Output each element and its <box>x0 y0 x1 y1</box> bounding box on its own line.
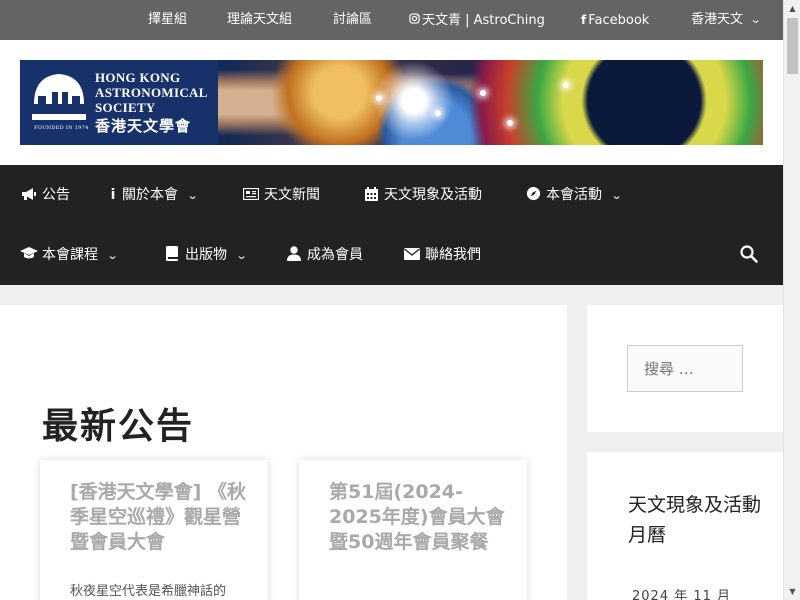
nav-item-contact-us[interactable]: 聯絡我們 <box>403 225 481 285</box>
post-card-title[interactable]: 第51屆(2024-2025年度)會員大會暨50週年會員聚餐 <box>329 480 509 555</box>
nav-item-about[interactable]: i 關於本會 ⌄ <box>108 165 199 225</box>
newspaper-icon <box>242 165 260 225</box>
nav-item-society-activities[interactable]: 本會活動 ⌄ <box>524 165 623 225</box>
topbar-link-facebook[interactable]: f Facebook <box>581 0 649 40</box>
main-content: 最新公告 [香港天文學會] 《秋季星空巡禮》觀星營暨會員大會 秋夜星空代表是希臘… <box>0 305 567 600</box>
post-card-excerpt: 秋夜星空代表是希臘神話的 <box>70 584 227 599</box>
nav-item-label: 關於本會 <box>122 187 178 203</box>
book-icon <box>163 225 181 285</box>
graduation-cap-icon <box>20 225 38 285</box>
megaphone-icon <box>20 165 38 225</box>
nav-item-become-member[interactable]: 成為會員 <box>285 225 363 285</box>
nav-item-phenomena-events[interactable]: 天文現象及活動 <box>362 165 482 225</box>
top-bar: 擇星組 理論天文組 討論區 天文青 | AstroChing f Facebook… <box>0 0 783 40</box>
nav-item-label: 天文現象及活動 <box>384 187 482 203</box>
calendar-month: 2024 年 11 月 <box>632 589 732 600</box>
info-icon: i <box>110 187 116 203</box>
star-sparkle <box>507 120 513 126</box>
sidebar-search-widget <box>587 305 783 432</box>
chevron-down-icon: ⌄ <box>610 189 623 202</box>
chevron-down-icon: ⌄ <box>106 249 119 262</box>
topbar-link-instagram[interactable]: 天文青 | AstroChing <box>409 0 545 40</box>
star-sparkle <box>480 90 486 96</box>
user-icon <box>285 225 303 285</box>
star-sparkle <box>376 95 382 101</box>
chevron-down-icon: ⌄ <box>235 249 248 262</box>
facebook-icon: f <box>581 13 587 27</box>
org-name-line: Astronomical <box>95 85 208 100</box>
page: 擇星組 理論天文組 討論區 天文青 | AstroChing f Facebook… <box>0 0 783 600</box>
nav-item-label: 成為會員 <box>307 247 363 263</box>
nav-item-label: 聯絡我們 <box>425 247 481 263</box>
chevron-down-icon: ⌄ <box>749 13 762 26</box>
nav-item-label: 本會課程 <box>42 247 98 263</box>
topbar-link-forum[interactable]: 討論區 <box>333 0 372 40</box>
nav-item-astronomy-news[interactable]: 天文新聞 <box>242 165 320 225</box>
society-logo: FOUNDED IN 1974 Hong Kong Astronomical S… <box>20 60 218 145</box>
nav-item-label: 公告 <box>42 187 70 203</box>
nav-item-announcements[interactable]: 公告 <box>20 165 70 225</box>
topbar-link-label: 討論區 <box>333 12 373 27</box>
star-sparkle <box>563 82 569 88</box>
page-title: 最新公告 <box>42 406 195 447</box>
topbar-link-label: Facebook <box>588 13 650 28</box>
org-name-en: Hong Kong Astronomical Society <box>95 70 208 115</box>
nav-item-label: 出版物 <box>185 247 227 263</box>
chevron-down-icon: ⌄ <box>186 189 199 202</box>
nav-item-courses[interactable]: 本會課程 ⌄ <box>20 225 119 285</box>
founded-text: FOUNDED IN 1974 <box>34 125 89 131</box>
topbar-link-label: 天文青 | AstroChing <box>422 13 545 28</box>
topbar-link-hk-astronomy[interactable]: 香港天文 ⌄ <box>691 0 762 40</box>
search-icon <box>740 245 758 263</box>
org-name-zh: 香港天文學會 <box>95 117 192 135</box>
post-card-title[interactable]: [香港天文學會] 《秋季星空巡禮》觀星營暨會員大會 <box>70 480 250 555</box>
scroll-up-arrow-icon[interactable]: ▲ <box>784 0 800 17</box>
org-name-line: Society <box>95 100 156 115</box>
topbar-link-star-selection[interactable]: 擇星組 <box>148 0 187 40</box>
star-sparkle <box>435 110 441 116</box>
site-banner[interactable]: FOUNDED IN 1974 Hong Kong Astronomical S… <box>20 60 763 145</box>
main-navigation: 公告 i 關於本會 ⌄ 天文新聞 天文現象及活動 本會活動 ⌄ 本會課程 ⌄ 出… <box>0 165 783 285</box>
instagram-icon <box>409 0 420 40</box>
scroll-down-arrow-icon[interactable]: ▼ <box>784 583 800 600</box>
nav-item-label: 本會活動 <box>546 187 602 203</box>
nav-item-label: 天文新聞 <box>264 187 320 203</box>
org-name-line: Hong Kong <box>95 70 181 85</box>
compass-icon <box>524 165 542 225</box>
post-card[interactable]: 第51屆(2024-2025年度)會員大會暨50週年會員聚餐 <box>299 460 527 600</box>
sidebar-calendar-widget: 天文現象及活動月曆 2024 年 11 月 <box>587 452 783 600</box>
topbar-link-label: 香港天文 <box>691 12 744 27</box>
site-header: FOUNDED IN 1974 Hong Kong Astronomical S… <box>0 40 783 165</box>
envelope-icon <box>403 225 421 285</box>
topbar-link-label: 擇星組 <box>148 12 188 27</box>
topbar-link-theory[interactable]: 理論天文組 <box>227 0 292 40</box>
calendar-icon <box>362 165 380 225</box>
scrollbar-thumb[interactable] <box>787 18 798 74</box>
nav-search-button[interactable] <box>740 245 764 267</box>
nav-item-publications[interactable]: 出版物 ⌄ <box>163 225 248 285</box>
search-input[interactable] <box>627 345 743 392</box>
calendar-widget-title: 天文現象及活動月曆 <box>628 494 762 546</box>
page-scrollbar[interactable]: ▲ ▼ <box>783 0 800 600</box>
post-card[interactable]: [香港天文學會] 《秋季星空巡禮》觀星營暨會員大會 秋夜星空代表是希臘神話的 <box>40 460 268 600</box>
topbar-link-label: 理論天文組 <box>227 12 293 27</box>
